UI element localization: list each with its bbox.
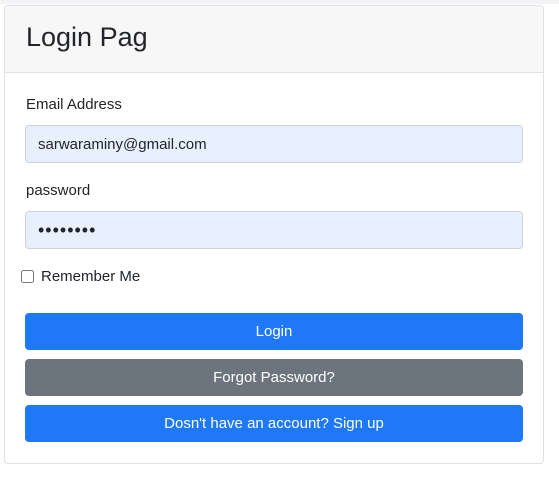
remember-me-label: Remember Me: [41, 268, 141, 285]
forgot-password-button[interactable]: Forgot Password?: [25, 359, 523, 396]
page-title: Login Pag: [26, 22, 148, 52]
password-input[interactable]: [25, 211, 523, 249]
login-button[interactable]: Login: [25, 313, 523, 350]
remember-me-checkbox[interactable]: [21, 270, 34, 283]
login-card: Login Pag Email Address password Remembe…: [4, 5, 544, 464]
password-label: password: [26, 182, 91, 199]
email-label: Email Address: [26, 96, 122, 113]
top-strip: [0, 0, 559, 4]
signup-button[interactable]: Dosn't have an account? Sign up: [25, 405, 523, 442]
card-header: Login Pag: [5, 6, 543, 73]
email-input[interactable]: [25, 125, 523, 163]
remember-me: Remember Me: [21, 268, 140, 285]
